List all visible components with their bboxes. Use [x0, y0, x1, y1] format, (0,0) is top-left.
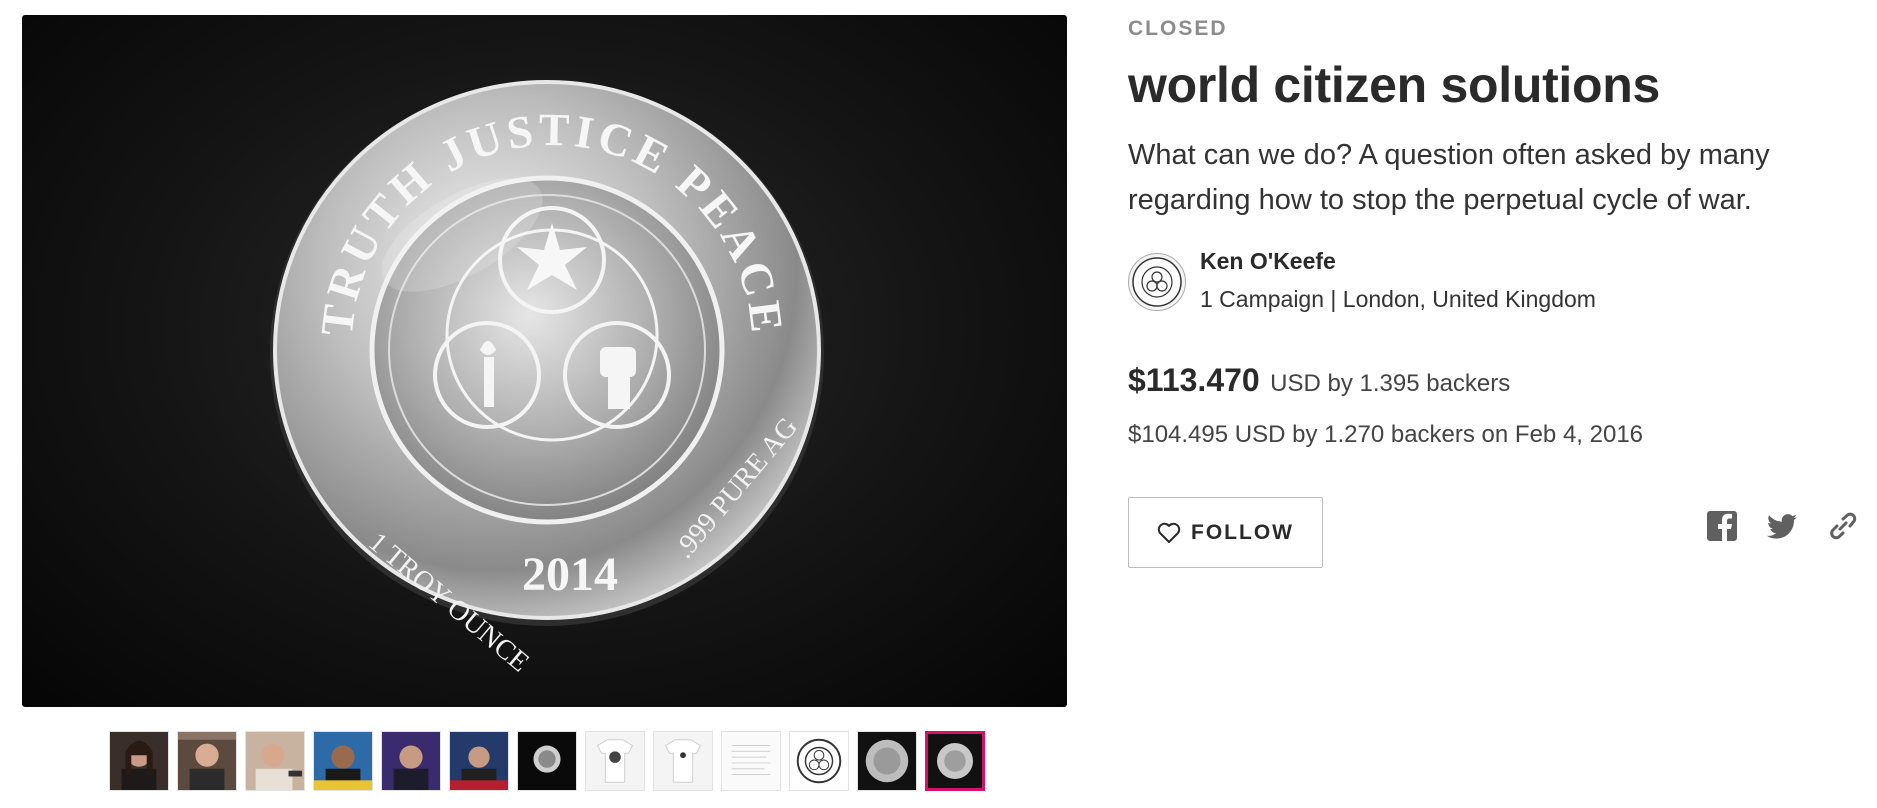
- funding-snapshot: $104.495 USD by 1.270 backers on Feb 4, …: [1128, 421, 1644, 448]
- facebook-icon: [1707, 511, 1737, 541]
- campaign-status-label: CLOSED: [1128, 17, 1228, 40]
- share-facebook-button[interactable]: [1705, 509, 1739, 543]
- owner-meta: 1 Campaign | London, United Kingdom: [1200, 286, 1596, 312]
- thumbnail-9[interactable]: [653, 731, 713, 791]
- campaign-title: world citizen solutions: [1128, 57, 1661, 113]
- thumbnail-10[interactable]: [721, 731, 781, 791]
- thumbnail-7[interactable]: [517, 731, 577, 791]
- twitter-icon: [1766, 514, 1798, 539]
- owner-avatar[interactable]: [1128, 253, 1186, 311]
- coin-logo-avatar-icon: [1132, 257, 1182, 307]
- link-icon: [1830, 512, 1857, 540]
- thumbnail-5[interactable]: [381, 731, 441, 791]
- campaign-tagline: What can we do? A question often asked b…: [1128, 139, 1770, 216]
- owner-name-link[interactable]: Ken O'Keefe: [1200, 248, 1336, 275]
- thumbnail-13-active[interactable]: [925, 731, 985, 791]
- heart-outline-icon: [1157, 522, 1181, 543]
- thumbnail-strip: [109, 731, 989, 793]
- thumbnail-8[interactable]: [585, 731, 645, 791]
- thumbnail-6[interactable]: [449, 731, 509, 791]
- coin-year-text: 2014: [522, 548, 618, 601]
- thumbnail-4[interactable]: [313, 731, 373, 791]
- share-twitter-button[interactable]: [1765, 509, 1799, 543]
- thumbnail-3[interactable]: [245, 731, 305, 791]
- copy-link-button[interactable]: [1826, 509, 1860, 543]
- thumbnail-11[interactable]: [789, 731, 849, 791]
- main-campaign-image: TRUTH JUSTICE PEACE 1 TROY OUNCE 2014 .9…: [22, 15, 1067, 707]
- amount-backers: USD by 1.395 backers: [1270, 370, 1511, 397]
- amount-raised: $113.470: [1128, 362, 1260, 398]
- funding-amount-row: $113.470 USD by 1.395 backers: [1128, 362, 1510, 399]
- thumbnail-1[interactable]: [109, 731, 169, 791]
- thumbnail-12[interactable]: [857, 731, 917, 791]
- follow-label: FOLLOW: [1191, 520, 1294, 544]
- thumbnail-2[interactable]: [177, 731, 237, 791]
- follow-button[interactable]: FOLLOW: [1128, 497, 1323, 568]
